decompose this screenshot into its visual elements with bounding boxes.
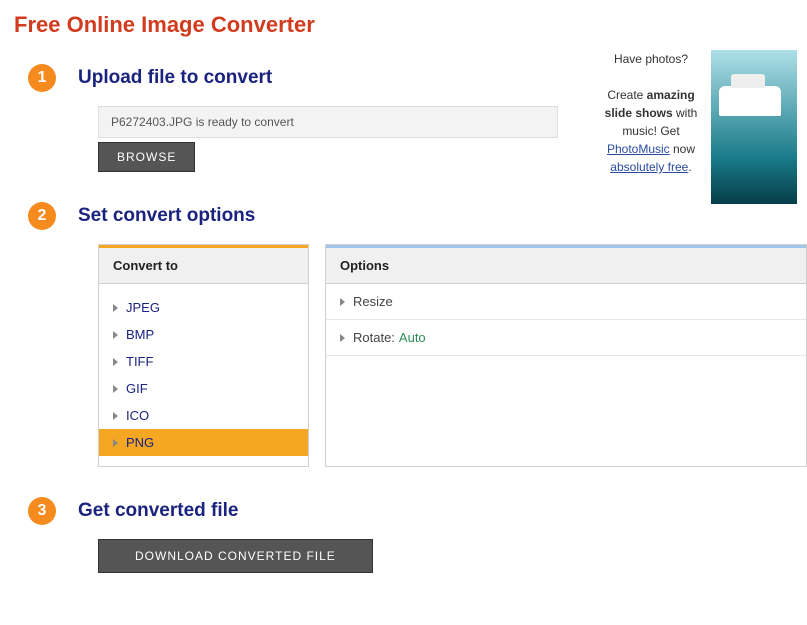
format-item-bmp[interactable]: BMP	[99, 321, 308, 348]
upload-status: P6272403.JPG is ready to convert	[98, 106, 558, 138]
step-1: 1 Upload file to convert P6272403.JPG is…	[14, 64, 807, 172]
option-label: Rotate:	[353, 330, 395, 345]
step-2-title: Set convert options	[78, 205, 255, 227]
browse-button[interactable]: BROWSE	[98, 142, 195, 172]
chevron-right-icon	[113, 412, 118, 420]
step-1-title: Upload file to convert	[78, 67, 272, 89]
format-item-tiff[interactable]: TIFF	[99, 348, 308, 375]
convert-to-panel: Convert to JPEG BMP TIFF GIF ICO PNG	[98, 244, 309, 467]
step-2: 2 Set convert options Convert to JPEG BMP…	[14, 202, 807, 467]
download-button[interactable]: DOWNLOAD CONVERTED FILE	[98, 539, 373, 573]
option-label: Resize	[353, 294, 393, 309]
page-title: Free Online Image Converter	[14, 12, 807, 38]
step-1-badge: 1	[28, 64, 56, 92]
step-3-badge: 3	[28, 497, 56, 525]
format-item-ico[interactable]: ICO	[99, 402, 308, 429]
step-2-badge: 2	[28, 202, 56, 230]
format-label: ICO	[126, 408, 149, 423]
chevron-right-icon	[113, 304, 118, 312]
chevron-right-icon	[113, 358, 118, 366]
options-panel: Options Resize Rotate: Auto	[325, 244, 807, 467]
format-item-png[interactable]: PNG	[99, 429, 308, 456]
step-3: 3 Get converted file DOWNLOAD CONVERTED …	[14, 497, 807, 573]
options-header: Options	[326, 245, 806, 284]
chevron-right-icon	[340, 298, 345, 306]
format-label: PNG	[126, 435, 154, 450]
chevron-right-icon	[340, 334, 345, 342]
chevron-right-icon	[113, 331, 118, 339]
step-3-title: Get converted file	[78, 500, 239, 522]
option-value: Auto	[399, 330, 426, 345]
format-item-jpeg[interactable]: JPEG	[99, 294, 308, 321]
chevron-right-icon	[113, 439, 118, 447]
option-item-0[interactable]: Resize	[326, 284, 806, 320]
format-label: GIF	[126, 381, 148, 396]
chevron-right-icon	[113, 385, 118, 393]
format-label: TIFF	[126, 354, 153, 369]
format-label: JPEG	[126, 300, 160, 315]
option-item-1[interactable]: Rotate: Auto	[326, 320, 806, 356]
format-label: BMP	[126, 327, 154, 342]
convert-to-header: Convert to	[99, 245, 308, 284]
format-item-gif[interactable]: GIF	[99, 375, 308, 402]
